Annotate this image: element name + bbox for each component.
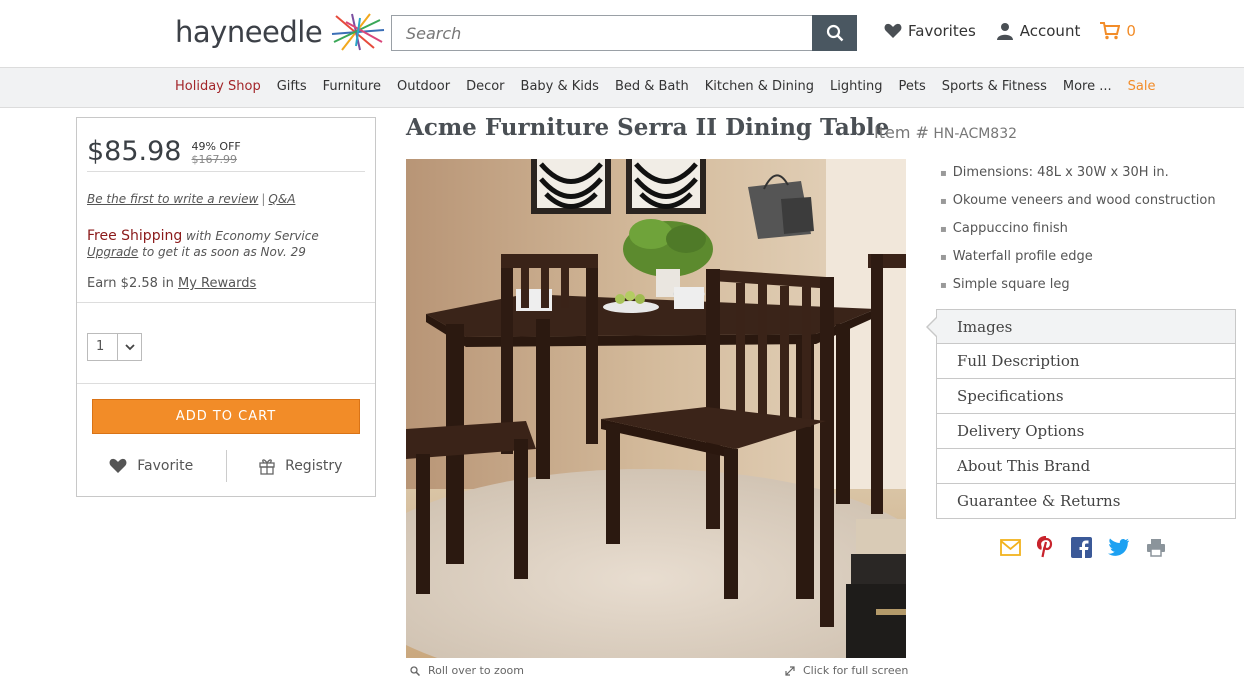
feature-item: Okoume veneers and wood construction xyxy=(940,192,1216,220)
price-row: $85.98 49% OFF $167.99 xyxy=(87,136,365,172)
secondary-actions: Favorite Registry xyxy=(77,449,375,483)
favorite-button[interactable]: Favorite xyxy=(77,458,226,474)
product-title: Acme Furniture Serra II Dining Table xyxy=(406,114,890,141)
cart-icon xyxy=(1100,22,1121,40)
quantity-select[interactable]: 1 xyxy=(87,333,142,361)
user-icon xyxy=(996,23,1013,40)
expand-icon xyxy=(785,665,795,676)
product-tabs: Images Full Description Specifications D… xyxy=(926,309,1236,519)
gift-icon xyxy=(259,459,275,475)
nav-item-pets[interactable]: Pets xyxy=(899,79,926,94)
feature-item: Dimensions: 48L x 30W x 30H in. xyxy=(940,164,1216,192)
tab-about-this-brand[interactable]: About This Brand xyxy=(936,449,1236,484)
search-icon xyxy=(826,24,843,42)
tab-delivery-options[interactable]: Delivery Options xyxy=(936,414,1236,449)
product-image[interactable] xyxy=(406,159,906,658)
review-line: Be the first to write a review | Q&A xyxy=(87,192,296,206)
qa-link[interactable]: Q&A xyxy=(268,192,295,206)
pinterest-icon[interactable] xyxy=(1037,536,1055,558)
favorite-label: Favorite xyxy=(137,458,194,474)
nav-item-outdoor[interactable]: Outdoor xyxy=(397,79,450,94)
quantity-value: 1 xyxy=(88,334,118,360)
tab-label: Images xyxy=(957,318,1013,336)
feature-item: Cappuccino finish xyxy=(940,220,1216,248)
search-button[interactable] xyxy=(812,15,857,51)
rewards-line: Earn $2.58 in My Rewards xyxy=(87,276,256,291)
shipping-info: Free Shipping with Economy Service Upgra… xyxy=(87,228,319,260)
tab-guarantee-returns[interactable]: Guarantee & Returns xyxy=(936,484,1236,519)
nav-item-lighting[interactable]: Lighting xyxy=(830,79,883,94)
earn-text: Earn $2.58 in xyxy=(87,276,178,291)
zoom-caption-text: Roll over to zoom xyxy=(428,664,525,677)
nav-item-sports-fitness[interactable]: Sports & Fitness xyxy=(942,79,1047,94)
cart-count: 0 xyxy=(1126,22,1136,40)
heart-icon xyxy=(884,23,902,38)
print-icon[interactable] xyxy=(1146,538,1166,557)
dining-set-photo xyxy=(406,159,906,658)
nav-item-baby-kids[interactable]: Baby & Kids xyxy=(521,79,599,94)
feature-item: Waterfall profile edge xyxy=(940,248,1216,276)
active-tab-pointer xyxy=(926,316,938,338)
favorites-link[interactable]: Favorites xyxy=(884,22,976,40)
nav-item-bed-bath[interactable]: Bed & Bath xyxy=(615,79,689,94)
feature-list: Dimensions: 48L x 30W x 30H in. Okoume v… xyxy=(940,164,1216,304)
search-input[interactable] xyxy=(391,15,812,51)
fullscreen-caption-text: Click for full screen xyxy=(803,664,909,677)
logo-text: hayneedle xyxy=(175,15,323,49)
site-header: hayneedle Favorites xyxy=(0,0,1244,67)
nav-item-more[interactable]: More ... xyxy=(1063,79,1112,94)
original-price: $167.99 xyxy=(191,153,237,166)
upgrade-text: to get it as soon as Nov. 29 xyxy=(138,245,306,259)
item-number-label: Item # xyxy=(874,123,929,142)
account-link[interactable]: Account xyxy=(996,22,1081,40)
tab-specifications[interactable]: Specifications xyxy=(936,379,1236,414)
nav-item-sale[interactable]: Sale xyxy=(1128,79,1156,94)
add-to-cart-button[interactable]: ADD TO CART xyxy=(92,399,360,434)
facebook-icon[interactable] xyxy=(1071,536,1092,558)
nav-item-gifts[interactable]: Gifts xyxy=(277,79,307,94)
nav-item-furniture[interactable]: Furniture xyxy=(323,79,381,94)
my-rewards-link[interactable]: My Rewards xyxy=(178,276,256,291)
discount-block: 49% OFF $167.99 xyxy=(191,140,240,166)
magnifier-icon xyxy=(410,665,420,676)
write-review-link[interactable]: Be the first to write a review xyxy=(87,192,258,206)
main-nav: Holiday Shop Gifts Furniture Outdoor Dec… xyxy=(0,67,1244,108)
item-number: Item # HN-ACM832 xyxy=(874,123,1017,142)
search-bar xyxy=(391,15,857,51)
account-label: Account xyxy=(1019,22,1081,40)
nav-item-kitchen-dining[interactable]: Kitchen & Dining xyxy=(705,79,814,94)
tab-images[interactable]: Images xyxy=(926,309,1236,344)
header-links: Favorites Account 0 xyxy=(884,22,1136,40)
discount-percent: 49% OFF xyxy=(191,140,241,153)
upgrade-link[interactable]: Upgrade xyxy=(87,245,138,259)
nav-item-holiday-shop[interactable]: Holiday Shop xyxy=(175,79,261,94)
logo-needles-icon xyxy=(332,13,385,51)
chevron-down-icon xyxy=(118,334,141,360)
email-icon[interactable] xyxy=(1000,538,1021,556)
favorites-label: Favorites xyxy=(908,22,976,40)
nav-item-decor[interactable]: Decor xyxy=(466,79,504,94)
registry-button[interactable]: Registry xyxy=(227,457,376,475)
divider xyxy=(77,383,375,384)
heart-icon xyxy=(109,458,127,473)
site-logo[interactable]: hayneedle xyxy=(175,12,386,52)
buy-box: $85.98 49% OFF $167.99 Be the first to w… xyxy=(76,117,376,497)
shipping-service: with Economy Service xyxy=(182,229,319,243)
share-bar xyxy=(1000,536,1182,558)
twitter-icon[interactable] xyxy=(1108,538,1130,556)
fullscreen-caption[interactable]: Click for full screen xyxy=(785,664,908,677)
sale-price: $85.98 xyxy=(87,136,182,167)
zoom-caption: Roll over to zoom xyxy=(410,664,524,677)
feature-item: Simple square leg xyxy=(940,276,1216,304)
free-shipping-label: Free Shipping xyxy=(87,228,183,244)
registry-label: Registry xyxy=(285,458,343,474)
divider xyxy=(77,302,375,303)
item-number-value: HN-ACM832 xyxy=(933,126,1018,142)
cart-link[interactable]: 0 xyxy=(1100,22,1136,40)
tab-full-description[interactable]: Full Description xyxy=(936,344,1236,379)
